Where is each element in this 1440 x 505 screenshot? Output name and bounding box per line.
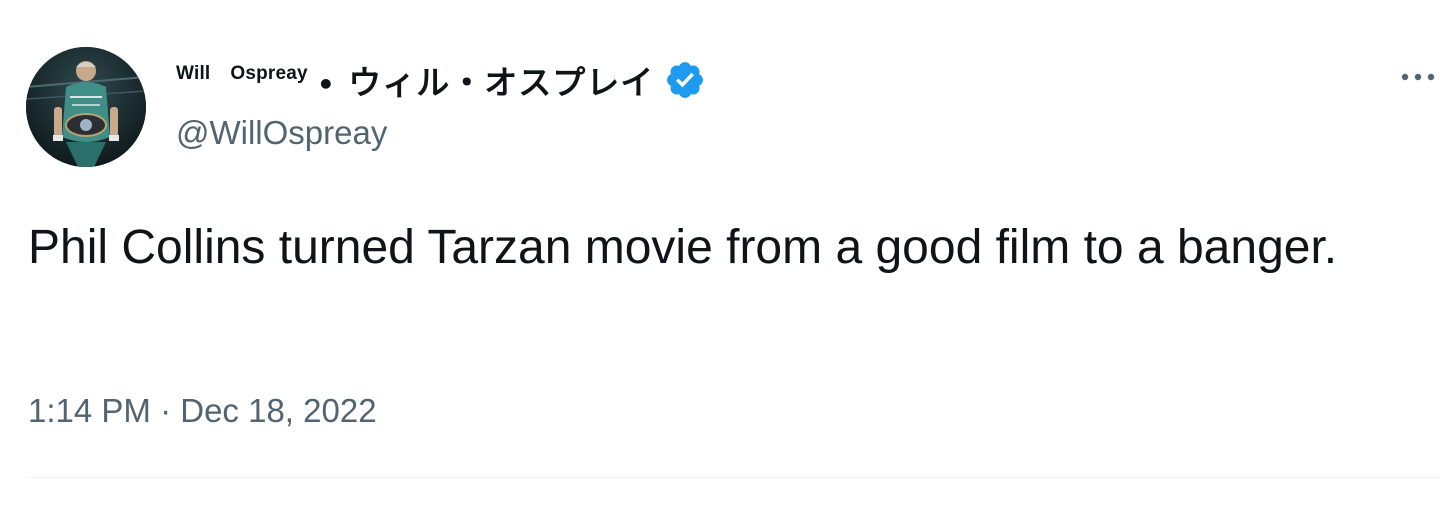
tweet-timestamp[interactable]: 1:14 PM · Dec 18, 2022 xyxy=(28,392,377,430)
tweet-text: Phil Collins turned Tarzan movie from a … xyxy=(28,221,1338,274)
avatar[interactable] xyxy=(26,47,146,167)
more-options-icon[interactable] xyxy=(1398,62,1438,92)
avatar-image xyxy=(26,47,146,167)
display-name-japanese[interactable]: ウィル・オスプレイ xyxy=(348,63,654,102)
divider xyxy=(28,477,1440,478)
display-name-latin[interactable]: Will Ospreay xyxy=(176,63,308,85)
tweet-time[interactable]: 1:14 PM xyxy=(28,392,151,429)
author-name-row[interactable]: Will Ospreay • ウィル・オスプレイ xyxy=(176,58,706,102)
tweet-date[interactable]: Dec 18, 2022 xyxy=(180,392,376,429)
display-name-japanese-part[interactable]: • ウィル・オスプレイ xyxy=(317,56,654,104)
display-name-second[interactable]: Ospreay xyxy=(230,63,307,84)
tweet-card: Will Ospreay • ウィル・オスプレイ @WillOspreay Ph… xyxy=(0,0,1440,505)
name-separator: • xyxy=(316,68,336,101)
author-handle[interactable]: @WillOspreay xyxy=(176,114,387,152)
timestamp-separator: · xyxy=(160,392,172,429)
verified-badge-icon[interactable] xyxy=(664,59,706,101)
display-name-first[interactable]: Will xyxy=(176,63,210,84)
